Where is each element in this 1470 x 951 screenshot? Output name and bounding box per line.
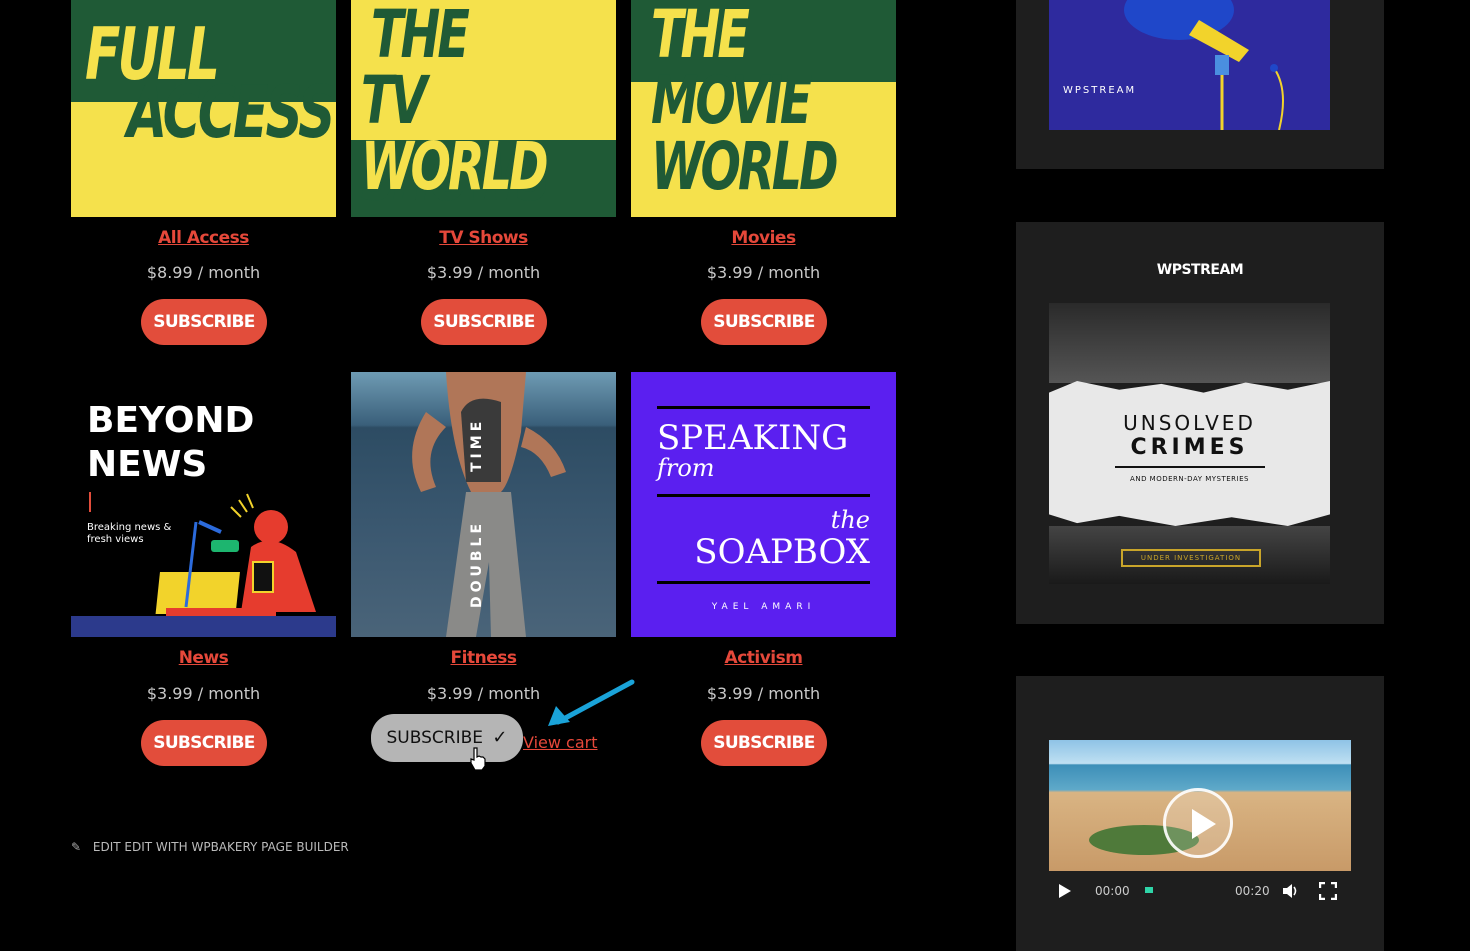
tv-shows-cover[interactable]: INSIDE THE TV SHOWS WORLD (351, 0, 616, 217)
pencil-icon: ✎ (71, 840, 82, 854)
play-icon[interactable] (1059, 884, 1071, 898)
fullscreen-icon[interactable] (1319, 882, 1337, 900)
subscribe-button[interactable]: SUBSCRIBE (701, 720, 827, 766)
fitness-cover[interactable]: DOUBLE TIME (351, 372, 616, 637)
sidebar-widget-video: 00:00 00:20 (1016, 676, 1384, 951)
play-overlay-icon[interactable] (1163, 788, 1233, 858)
cover-subtitle: AND MODERN-DAY MYSTERIES (1130, 475, 1249, 483)
cover-text: TIME (469, 417, 485, 472)
all-access-cover[interactable]: FULL ACCESS (71, 0, 336, 217)
product-price: $3.99 / month (146, 684, 261, 703)
arrow-annotation-icon (548, 679, 635, 726)
cover-text: WORLD (361, 128, 549, 205)
divider (1115, 466, 1265, 468)
subscribe-label: SUBSCRIBE (386, 728, 484, 748)
subscribe-button[interactable]: SUBSCRIBE (141, 299, 267, 345)
subscribe-button[interactable]: SUBSCRIBE (701, 299, 827, 345)
product-price: $8.99 / month (146, 263, 261, 282)
progress-fill (1145, 887, 1153, 893)
cover-text: WORLD (651, 128, 839, 205)
subscribe-button[interactable]: SUBSCRIBE (421, 299, 547, 345)
cover-top-image (1049, 303, 1330, 383)
widget-title: WPSTREAM (1156, 262, 1244, 278)
view-cart-link[interactable]: View cart (523, 733, 598, 752)
microphone-illustration (1124, 0, 1284, 130)
edit-bar[interactable]: ✎ EDIT EDIT WITH WPBAKERY PAGE BUILDER (71, 840, 349, 854)
cover-text: DOUBLE (469, 519, 485, 608)
wpstream-cover[interactable]: WPSTREAM (1049, 0, 1330, 130)
cover-text: the (830, 506, 870, 534)
volume-icon[interactable] (1282, 883, 1300, 899)
progress-bar[interactable] (1145, 887, 1223, 893)
cover-badge: UNDER INVESTIGATION (1121, 549, 1261, 567)
sidebar-widget-wpstream: WPSTREAM UNSOLVED CRIMES AND MODERN-DAY … (1016, 222, 1384, 624)
product-title-movies[interactable]: Movies (631, 228, 896, 248)
podcaster-illustration (71, 493, 336, 637)
news-cover[interactable]: BEYOND NEWS Breaking news & fresh views (71, 372, 336, 637)
cover-text: UNSOLVED (1123, 411, 1256, 435)
activism-cover[interactable]: SPEAKING from the SOAPBOX YAEL AMARI (631, 372, 896, 637)
divider (657, 406, 870, 409)
video-controls: 00:00 00:20 (1049, 876, 1351, 906)
divider (657, 581, 870, 584)
divider (657, 494, 870, 497)
current-time: 00:00 (1095, 884, 1130, 898)
product-price: $3.99 / month (706, 684, 821, 703)
cursor-hand-icon (470, 747, 486, 771)
product-price: $3.99 / month (426, 263, 541, 282)
product-title-tv-shows[interactable]: TV Shows (351, 228, 616, 248)
duration: 00:20 (1235, 884, 1270, 898)
video-thumbnail[interactable] (1049, 740, 1351, 871)
edit-link[interactable]: EDIT EDIT WITH WPBAKERY PAGE BUILDER (93, 840, 349, 854)
cover-text: SOAPBOX (694, 532, 870, 572)
unsolved-crimes-cover[interactable]: UNSOLVED CRIMES AND MODERN-DAY MYSTERIES… (1049, 303, 1330, 584)
cover-text: from (657, 454, 715, 482)
subscribe-button-added[interactable]: SUBSCRIBE ✓ (371, 714, 523, 762)
product-title-fitness[interactable]: Fitness (351, 648, 616, 668)
movies-cover[interactable]: INSIDE THE MOVIE WORLD (631, 0, 896, 217)
cover-author: YAEL AMARI (711, 602, 816, 612)
product-title-all-access[interactable]: All Access (71, 228, 336, 248)
check-icon: ✓ (492, 727, 508, 748)
cover-text: CRIMES (1130, 435, 1249, 460)
product-title-news[interactable]: News (71, 648, 336, 668)
cover-text: ACCESS (127, 70, 335, 154)
cover-text: SPEAKING (657, 418, 849, 458)
product-price: $3.99 / month (706, 263, 821, 282)
cover-brand: WPSTREAM (1063, 85, 1137, 96)
subscribe-button[interactable]: SUBSCRIBE (141, 720, 267, 766)
product-title-activism[interactable]: Activism (631, 648, 896, 668)
sidebar-widget-top: WPSTREAM (1016, 0, 1384, 169)
